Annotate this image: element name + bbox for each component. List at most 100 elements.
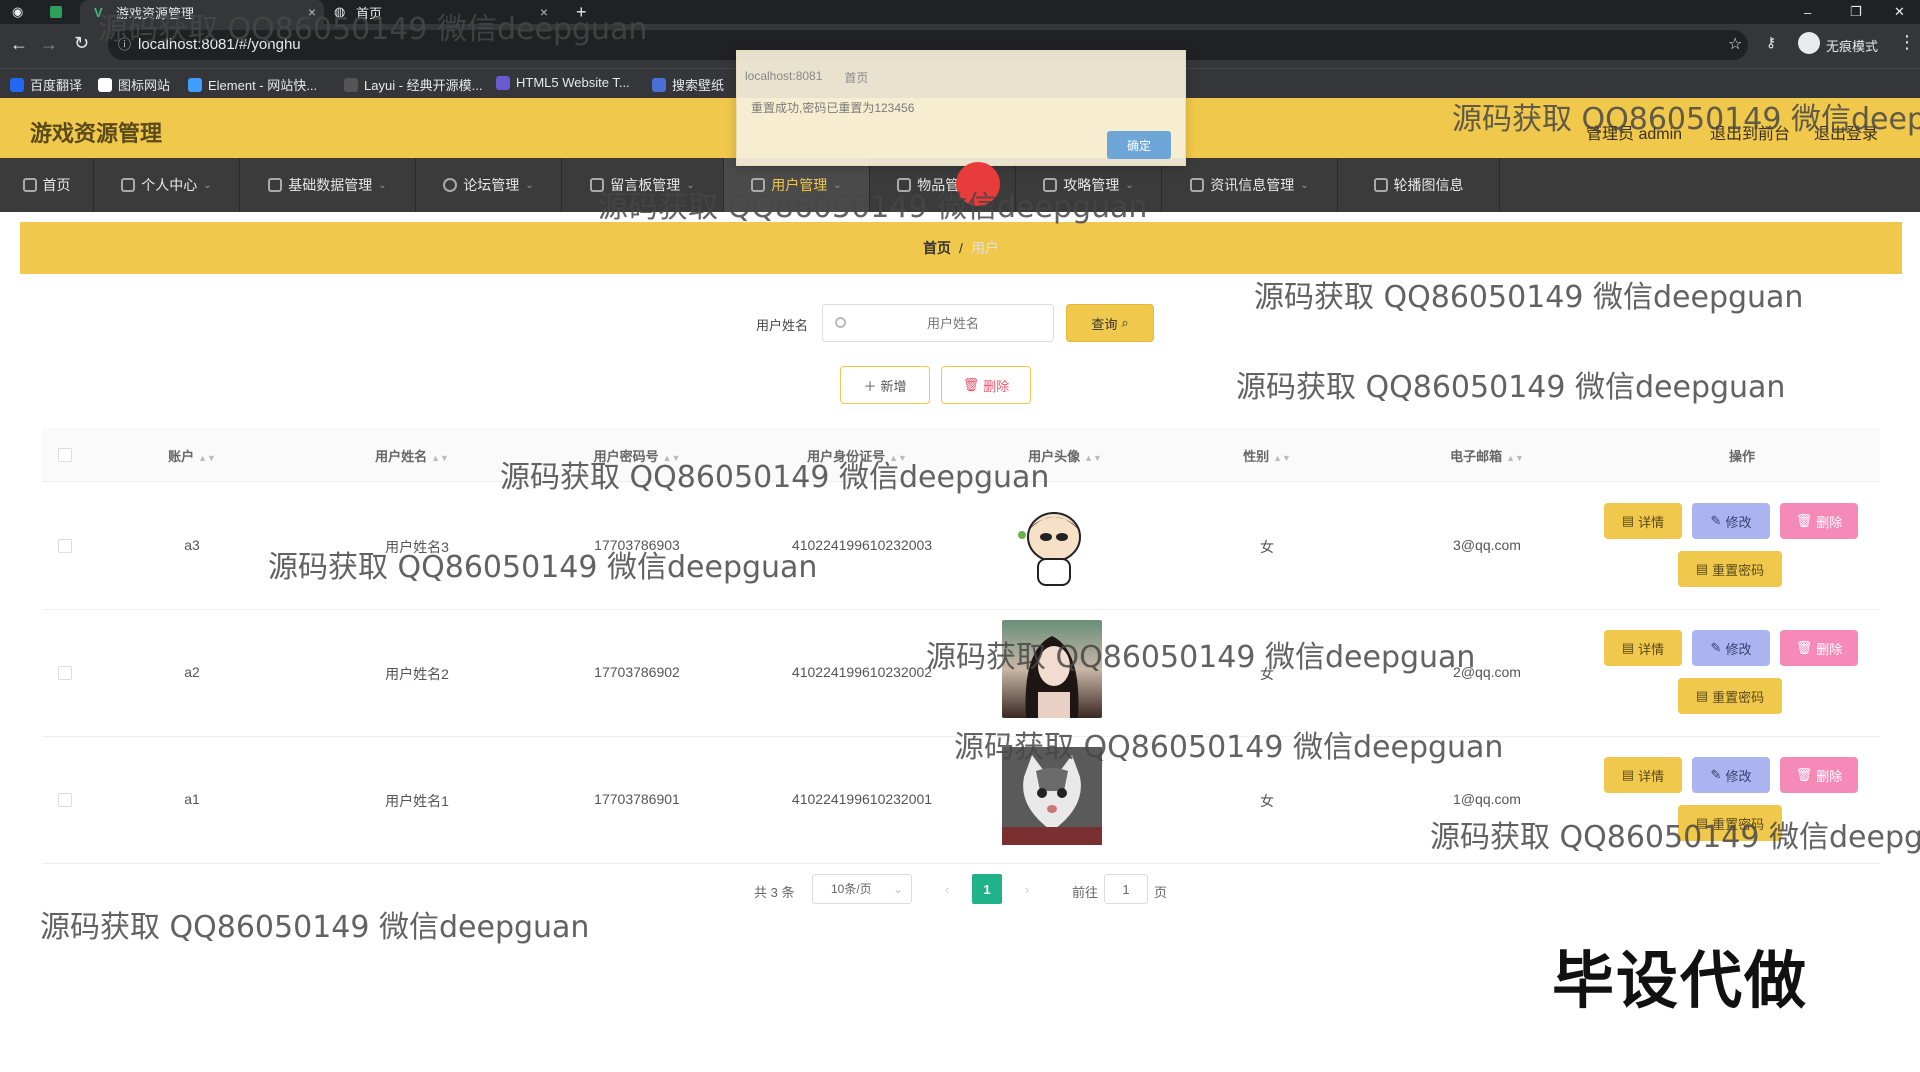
nav-item-profile[interactable]: 个人中心 ⌄ [94,158,240,212]
search-input[interactable] [863,305,1043,341]
close-window-button[interactable]: ✕ [1894,0,1905,24]
nav-label: 基础数据管理 [288,177,373,193]
nav-item-forum[interactable]: 论坛管理 ⌄ [416,158,562,212]
edit-button[interactable]: ✎ 修改 [1692,757,1770,793]
bookmark-label: Layui - 经典开源模... [364,78,483,93]
chevron-down-icon: ⌄ [203,179,212,191]
column-label: 电子邮箱 [1450,449,1503,464]
detail-button[interactable]: ▤ 详情 [1604,630,1682,666]
detail-button[interactable]: ▤ 详情 [1604,503,1682,539]
back-arrow-icon[interactable]: ← [10,34,28,55]
cell-name: 用户姓名1 [385,793,449,809]
bookmark-html5[interactable]: HTML5 Website T... [496,75,630,90]
bookmark-wallpaper[interactable]: 搜索壁纸 [652,75,724,94]
detail-label: 详情 [1638,514,1665,530]
cell-name: 用户姓名2 [385,666,449,682]
reset-label: 重置密码 [1712,689,1765,705]
delete-button[interactable]: 🗑 删除 [1780,630,1858,666]
column-header-account[interactable]: 账户 ▲▼ [152,446,232,465]
browser-menu-icon[interactable]: ◉ [12,0,28,24]
select-all-checkbox[interactable] [58,448,72,462]
restore-button[interactable]: ❐ [1850,0,1862,24]
document-icon: ▤ [1621,767,1635,782]
grid-icon [268,178,283,192]
bookmark-label: 搜索壁纸 [672,78,725,93]
wallpaper-icon [652,77,666,92]
cell-id-card: 410224199610232001 [791,791,933,807]
page-button-current[interactable]: 1 [972,874,1002,904]
goto-label: 前往 [1072,885,1099,900]
edit-label: 修改 [1725,514,1752,530]
page-size-select[interactable]: 10条/页 ⌄ [812,874,912,904]
watermark: 源码获取 QQ86050149 微信deepguan [1452,102,1920,137]
image-icon [1373,178,1388,192]
prev-page-button[interactable]: ‹ [932,874,962,904]
column-header-name[interactable]: 用户姓名 ▲▼ [352,446,472,465]
forward-arrow-icon[interactable]: → [40,34,58,55]
breadcrumb: 首页 / 用户 [20,222,1902,274]
cell-phone: 17703786902 [594,664,680,680]
translate-icon [10,77,24,92]
cell-account: a3 [184,537,200,553]
nav-item-news[interactable]: 资讯信息管理 ⌄ [1162,158,1338,212]
plus-icon: ＋ [863,378,877,394]
row-checkbox[interactable] [58,666,72,680]
star-icon[interactable]: ☆ [1728,34,1742,54]
more-menu-icon[interactable]: ⋮ [1898,32,1916,53]
home-icon [22,178,37,192]
avatar-cartoon [1002,497,1102,595]
watermark: 源码获取 QQ86050149 微信deepguan [954,730,1504,765]
search-label: 用户姓名 [756,318,809,333]
reload-icon[interactable]: ↻ [74,33,89,54]
reset-password-button[interactable]: ▤ 重置密码 [1678,551,1782,587]
dialog-ok-button[interactable]: 确定 [1107,131,1171,159]
chevron-down-icon: ⌄ [525,179,534,191]
delete-button[interactable]: 🗑 删除 [1780,503,1858,539]
nav-label: 轮播图信息 [1393,177,1464,193]
key-icon[interactable]: ⚷ [1766,34,1776,51]
breadcrumb-home[interactable]: 首页 [923,238,951,258]
pencil-icon: ✎ [1710,767,1722,782]
nav-item-carousel[interactable]: 轮播图信息 [1338,158,1500,212]
edit-button[interactable]: ✎ 修改 [1692,503,1770,539]
row-checkbox[interactable] [58,793,72,807]
detail-button[interactable]: ▤ 详情 [1604,757,1682,793]
nav-item-home[interactable]: 首页 [0,158,94,212]
tab-group-icon[interactable] [50,0,66,24]
nav-item-base-data[interactable]: 基础数据管理 ⌄ [240,158,416,212]
column-label: 用户姓名 [375,449,428,464]
app-title: 游戏资源管理 [30,121,163,146]
nav-label: 首页 [42,177,71,193]
bookmark-element[interactable]: Element - 网站快... [188,75,317,94]
incognito-label[interactable]: 无痕模式 [1826,36,1878,55]
reset-password-button[interactable]: ▤ 重置密码 [1678,678,1782,714]
next-page-button[interactable]: › [1012,874,1042,904]
page-suffix: 页 [1154,885,1168,900]
element-icon [188,77,202,92]
bookmark-layui[interactable]: Layui - 经典开源模... [344,75,482,94]
query-button[interactable]: 查询 ⌕ [1066,304,1154,342]
watermark: 源码获取 QQ86050149 微信deepguan [1236,370,1786,405]
watermark: 源码获取 QQ86050149 微信deepguan [500,460,1050,495]
sort-icon: ▲▼ [1273,453,1291,463]
column-header-email[interactable]: 电子邮箱 ▲▼ [1422,446,1552,465]
cell-gender: 女 [1260,793,1274,809]
edit-label: 修改 [1725,768,1752,784]
news-icon [1190,178,1205,192]
edit-button[interactable]: ✎ 修改 [1692,630,1770,666]
column-header-gender[interactable]: 性别 ▲▼ [1222,446,1312,465]
breadcrumb-separator: / [959,240,963,256]
add-button[interactable]: ＋ 新增 [840,366,930,404]
delete-button[interactable]: 🗑 删除 [1780,757,1858,793]
edit-label: 修改 [1725,641,1752,657]
document-icon: ▤ [1695,561,1709,576]
watermark: 源码获取 QQ86050149 微信deepguan [98,12,648,47]
batch-delete-button[interactable]: 🗑 删除 [941,366,1031,404]
goto-page-input[interactable] [1104,874,1148,904]
search-icon: ⌕ [1121,315,1129,330]
row-checkbox[interactable] [58,539,72,553]
minimize-button[interactable]: – [1804,0,1811,24]
bookmark-icon-site[interactable]: 图标网站 [98,75,170,94]
bookmark-baidu-translate[interactable]: 百度翻译 [10,75,82,94]
nav-label: 论坛管理 [463,177,520,193]
